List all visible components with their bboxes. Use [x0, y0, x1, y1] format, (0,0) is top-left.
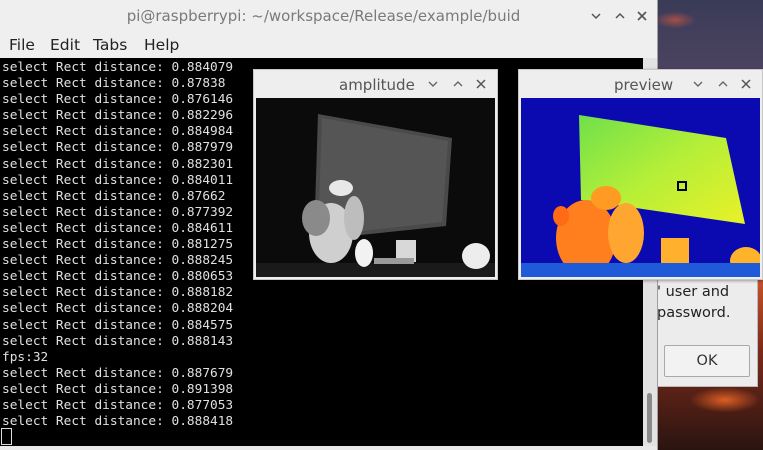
- dialog-message-line2: password.: [657, 305, 731, 321]
- minimize-icon[interactable]: [588, 8, 604, 24]
- menu-help[interactable]: Help: [144, 36, 179, 54]
- minimize-icon[interactable]: [691, 77, 705, 91]
- scrollbar-thumb[interactable]: [647, 393, 652, 443]
- output-line: select Rect distance: 0.887679: [2, 365, 234, 381]
- output-line: fps:32: [2, 349, 49, 365]
- close-icon[interactable]: [474, 77, 488, 91]
- amplitude-image: [256, 98, 495, 277]
- close-icon[interactable]: [739, 77, 753, 91]
- text-cursor: [1, 428, 12, 445]
- amplitude-window: amplitude: [253, 69, 498, 280]
- output-line: select Rect distance: 0.891398: [2, 381, 234, 397]
- output-line: select Rect distance: 0.888143: [2, 333, 234, 349]
- dialog-message-line1: ' user and: [657, 284, 730, 300]
- amplitude-title: amplitude: [339, 76, 415, 94]
- maximize-icon[interactable]: [716, 77, 730, 91]
- preview-titlebar[interactable]: preview: [519, 70, 762, 98]
- window-title: pi@raspberrypi: ~/workspace/Release/exam…: [126, 7, 521, 25]
- ok-button[interactable]: OK: [664, 345, 750, 377]
- output-line: select Rect distance: 0.888182: [2, 285, 234, 301]
- output-line: select Rect distance: 0.877053: [2, 397, 234, 413]
- terminal-titlebar[interactable]: pi@raspberrypi: ~/workspace/Release/exam…: [0, 0, 657, 32]
- output-line: select Rect distance: 0.888204: [2, 301, 234, 317]
- output-line: select Rect distance: 0.884575: [2, 317, 234, 333]
- output-line: select Rect distance: 0.888418: [2, 414, 234, 430]
- maximize-icon[interactable]: [612, 8, 628, 24]
- amplitude-titlebar[interactable]: amplitude: [254, 70, 497, 98]
- maximize-icon[interactable]: [451, 77, 465, 91]
- menu-bar: File Edit Tabs Help: [0, 32, 657, 58]
- minimize-icon[interactable]: [426, 77, 440, 91]
- menu-file[interactable]: File: [9, 36, 35, 54]
- depth-preview-image: [521, 98, 760, 277]
- preview-window: preview: [518, 69, 763, 280]
- menu-edit[interactable]: Edit: [50, 36, 80, 54]
- preview-title: preview: [614, 76, 674, 94]
- menu-tabs[interactable]: Tabs: [93, 36, 127, 54]
- close-icon[interactable]: [634, 8, 650, 24]
